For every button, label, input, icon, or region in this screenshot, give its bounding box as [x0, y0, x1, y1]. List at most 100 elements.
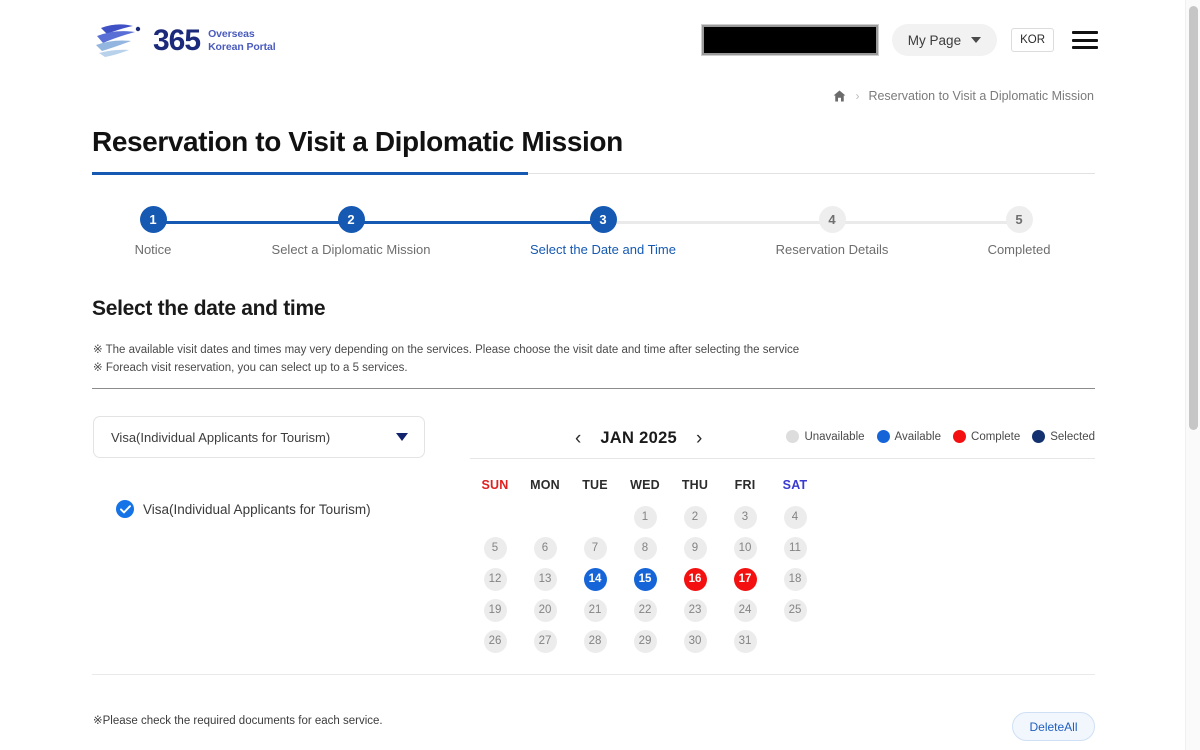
my-page-label: My Page: [907, 32, 962, 48]
calendar-day-cell: 7: [570, 533, 620, 564]
calendar-day-15[interactable]: 15: [633, 568, 657, 591]
calendar-day-cell: 8: [620, 533, 670, 564]
header-actions: My Page KOR: [700, 24, 1098, 56]
calendar-day-cell: [770, 626, 820, 657]
calendar-day-cell: 30: [670, 626, 720, 657]
calendar-day-cell: 5: [470, 533, 520, 564]
stepper-step-number: 3: [589, 206, 617, 233]
scrollbar-thumb[interactable]: [1189, 6, 1198, 430]
calendar-day-cell: 28: [570, 626, 620, 657]
calendar-day-cell: 22: [620, 595, 670, 626]
stepper-step-3[interactable]: 3 Select the Date and Time: [530, 206, 676, 257]
title-underline-accent: [92, 172, 528, 175]
calendar-day-1: 1: [633, 506, 657, 529]
page-scrollbar[interactable]: [1185, 0, 1200, 750]
calendar-day-cell: 10: [720, 533, 770, 564]
stepper-step-4[interactable]: 4 Reservation Details: [772, 206, 892, 257]
calendar-day-cell: 23: [670, 595, 720, 626]
calendar-day-20: 20: [533, 599, 557, 622]
chevron-left-icon[interactable]: ‹: [575, 429, 581, 448]
logo-number: 365: [153, 24, 201, 57]
footer-note: ※Please check the required documents for…: [93, 715, 383, 727]
site-header: 365 Overseas Korean Portal My Page KOR: [0, 0, 1190, 84]
stepper-step-2[interactable]: 2 Select a Diplomatic Mission: [272, 206, 430, 257]
calendar-day-4: 4: [783, 506, 807, 529]
calendar-day-cell: 19: [470, 595, 520, 626]
calendar-weekday-tue: TUE: [582, 478, 608, 492]
calendar-day-cell: [520, 502, 570, 533]
calendar-day-cell: 13: [520, 564, 570, 595]
calendar-day-cell: 11: [770, 533, 820, 564]
language-button[interactable]: KOR: [1011, 28, 1054, 52]
calendar-weekday-mon: MON: [530, 478, 560, 492]
section-divider: [92, 388, 1095, 389]
delete-all-label: DeleteAll: [1029, 719, 1078, 734]
calendar-day-cell: 1: [620, 502, 670, 533]
calendar-day-cell: 20: [520, 595, 570, 626]
service-select-dropdown[interactable]: Visa(Individual Applicants for Tourism): [93, 416, 425, 458]
delete-all-button[interactable]: DeleteAll: [1012, 712, 1095, 741]
calendar-day-28: 28: [583, 630, 607, 653]
calendar-day-cell: 29: [620, 626, 670, 657]
selected-service-item[interactable]: Visa(Individual Applicants for Tourism): [116, 500, 371, 518]
calendar-legend: Unavailable Available Complete Selected: [786, 430, 1095, 443]
calendar-day-cell: 31: [720, 626, 770, 657]
legend-label: Complete: [971, 430, 1021, 443]
home-icon[interactable]: [833, 90, 846, 102]
calendar-day-cell: 18: [770, 564, 820, 595]
breadcrumb-separator: ›: [855, 89, 860, 103]
service-select-value: Visa(Individual Applicants for Tourism): [111, 429, 331, 445]
calendar-day-cell: 27: [520, 626, 570, 657]
footer-divider: [92, 674, 1095, 675]
legend-label: Selected: [1050, 430, 1095, 443]
calendar-day-empty: [784, 630, 807, 653]
calendar-day-14[interactable]: 14: [583, 568, 607, 591]
progress-stepper: 1 Notice 2 Select a Diplomatic Mission 3 Sele…: [92, 206, 1095, 266]
calendar-day-5: 5: [483, 537, 507, 560]
breadcrumb: › Reservation to Visit a Diplomatic Miss…: [833, 89, 1094, 103]
section-notes: ※ The available visit dates and times ma…: [93, 341, 799, 377]
calendar-day-cell: 15: [620, 564, 670, 595]
page-title: Reservation to Visit a Diplomatic Missio…: [92, 126, 623, 157]
stepper-step-5[interactable]: 5 Completed: [959, 206, 1079, 257]
calendar-day-18: 18: [783, 568, 807, 591]
check-circle-icon: [116, 500, 134, 518]
stepper-step-label: Reservation Details: [775, 242, 889, 257]
calendar-day-6: 6: [533, 537, 557, 560]
calendar-day-cell: 3: [720, 502, 770, 533]
calendar-weekday-fri: FRI: [734, 478, 756, 492]
legend-dot-icon: [786, 430, 800, 443]
hamburger-menu-icon[interactable]: [1072, 31, 1098, 49]
calendar-day-2: 2: [683, 506, 707, 529]
calendar-day-10: 10: [733, 537, 757, 560]
stepper-step-label: Select the Date and Time: [530, 242, 676, 257]
calendar-day-23: 23: [683, 599, 707, 622]
legend-item: Complete: [953, 430, 1020, 443]
calendar-day-16[interactable]: 16: [683, 568, 707, 591]
stepper-step-label: Select a Diplomatic Mission: [271, 242, 431, 257]
stepper-step-1[interactable]: 1 Notice: [93, 206, 213, 257]
calendar-weekday-sat: SAT: [782, 478, 808, 492]
redacted-user-field[interactable]: [700, 24, 879, 56]
logo-line-2: Korean Portal: [208, 41, 276, 53]
calendar-day-cell: 2: [670, 502, 720, 533]
calendar-day-empty: [484, 506, 507, 529]
calendar-day-cell: [570, 502, 620, 533]
chevron-right-icon[interactable]: ›: [696, 429, 702, 448]
logo-line-1: Overseas: [208, 27, 255, 40]
legend-dot-icon: [1032, 430, 1046, 443]
calendar-day-17[interactable]: 17: [733, 568, 757, 591]
calendar-day-9: 9: [683, 537, 707, 560]
site-logo[interactable]: 365 Overseas Korean Portal: [93, 20, 276, 62]
stepper-step-label: Completed: [987, 242, 1051, 257]
calendar-day-21: 21: [583, 599, 607, 622]
stepper-step-number: 1: [139, 206, 167, 233]
selected-service-label: Visa(Individual Applicants for Tourism): [143, 501, 371, 517]
my-page-button[interactable]: My Page: [891, 24, 998, 56]
calendar-weekday-sun: SUN: [481, 478, 509, 492]
calendar-day-cell: 21: [570, 595, 620, 626]
page-root: 365 Overseas Korean Portal My Page KOR ›: [0, 0, 1200, 750]
calendar-grid: SUN MON TUE WED THU FRI SAT 1 2 3 4 5 6 7 8 9 10 11 12 13 14…: [470, 468, 820, 657]
calendar-day-cell: 26: [470, 626, 520, 657]
calendar-day-11: 11: [783, 537, 807, 560]
